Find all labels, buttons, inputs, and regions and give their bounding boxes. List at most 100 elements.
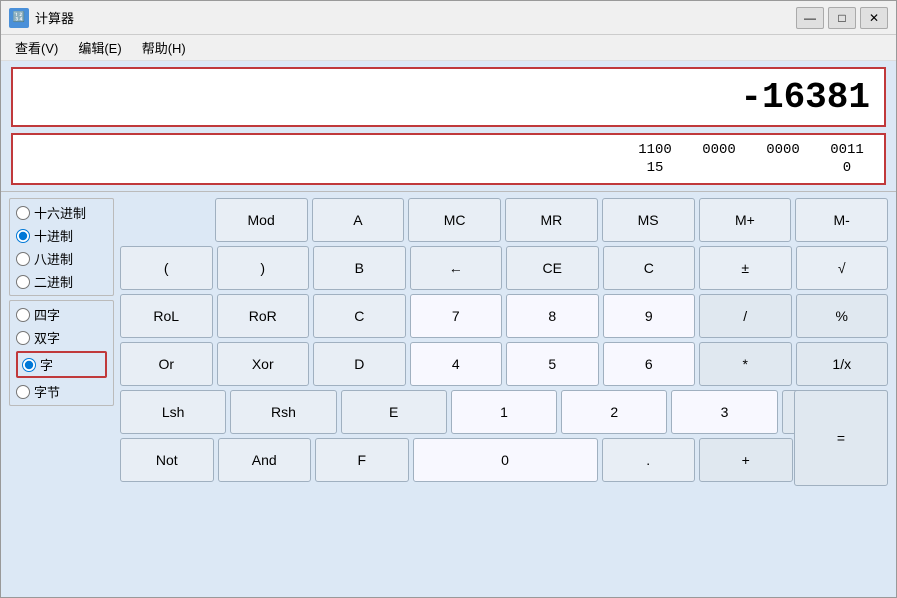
window-controls: — □ ✕ <box>796 7 888 29</box>
btn-9[interactable]: 9 <box>603 294 696 338</box>
binary-row-top: 1100 0000 0000 0011 <box>27 142 870 158</box>
radio-dec-input[interactable] <box>16 229 30 243</box>
window-title: 计算器 <box>35 8 796 27</box>
btn-rol[interactable]: RoL <box>120 294 213 338</box>
radio-oct-label: 八进制 <box>34 249 73 268</box>
btn-lsh[interactable]: Lsh <box>120 390 226 434</box>
btn-f[interactable]: F <box>315 438 409 482</box>
btn-ror[interactable]: RoR <box>217 294 310 338</box>
btn-pm[interactable]: ± <box>699 246 792 290</box>
menu-bar: 查看(V) 编辑(E) 帮助(H) <box>1 35 896 61</box>
radio-qword[interactable]: 四字 <box>16 305 107 324</box>
menu-edit[interactable]: 编辑(E) <box>70 36 129 59</box>
main-display: -16381 <box>11 67 886 127</box>
btn-a[interactable]: A <box>312 198 405 242</box>
btn-add[interactable]: + <box>699 438 793 482</box>
btn-1[interactable]: 1 <box>451 390 557 434</box>
base-radio-group: 十六进制 十进制 八进制 二进制 <box>9 198 114 296</box>
btn-4[interactable]: 4 <box>410 342 503 386</box>
radio-hex-label: 十六进制 <box>34 203 86 222</box>
minimize-button[interactable]: — <box>796 7 824 29</box>
radio-dword-input[interactable] <box>16 331 30 345</box>
btn-2[interactable]: 2 <box>561 390 667 434</box>
btn-6[interactable]: 6 <box>603 342 696 386</box>
btn-ms[interactable]: MS <box>602 198 695 242</box>
radio-qword-label: 四字 <box>34 305 60 324</box>
btn-3[interactable]: 3 <box>671 390 777 434</box>
btn-mplus[interactable]: M+ <box>699 198 792 242</box>
radio-oct-input[interactable] <box>16 252 30 266</box>
btn-b[interactable]: B <box>313 246 406 290</box>
btn-lparen[interactable]: ( <box>120 246 213 290</box>
btn-dot[interactable]: . <box>602 438 696 482</box>
radio-hex-input[interactable] <box>16 206 30 220</box>
bin-g4-top: 0011 <box>824 142 870 158</box>
radio-hex[interactable]: 十六进制 <box>16 203 107 222</box>
btn-mod[interactable]: Mod <box>215 198 308 242</box>
btn-rsh[interactable]: Rsh <box>230 390 336 434</box>
bin-g4-bot: 0 <box>824 160 870 176</box>
btn-div[interactable]: / <box>699 294 792 338</box>
btn-sqrt[interactable]: √ <box>796 246 889 290</box>
bin-g1-bot: 15 <box>632 160 678 176</box>
btn-c[interactable]: C <box>603 246 696 290</box>
btn-rparen[interactable]: ) <box>217 246 310 290</box>
btn-mr[interactable]: MR <box>505 198 598 242</box>
calc-body: 十六进制 十进制 八进制 二进制 四字 <box>1 192 896 597</box>
close-button[interactable]: ✕ <box>860 7 888 29</box>
radio-word-input[interactable] <box>22 358 36 372</box>
radio-bin-label: 二进制 <box>34 272 73 291</box>
binary-display: 1100 0000 0000 0011 15 0 <box>11 133 886 185</box>
btn-equals[interactable]: = <box>794 390 888 486</box>
buttons-panel: Mod A MC MR MS M+ M- ( ) B ← CE C ± √ <box>120 198 888 591</box>
btn-or[interactable]: Or <box>120 342 213 386</box>
bin-g2-bot <box>696 160 742 176</box>
btn-mc[interactable]: MC <box>408 198 501 242</box>
btn-e[interactable]: E <box>341 390 447 434</box>
btn-ce[interactable]: CE <box>506 246 599 290</box>
binary-row-bot: 15 0 <box>27 160 870 176</box>
radio-word[interactable]: 字 <box>16 351 107 378</box>
menu-view[interactable]: 查看(V) <box>7 36 66 59</box>
bin-g1-top: 1100 <box>632 142 678 158</box>
btn-mul[interactable]: * <box>699 342 792 386</box>
btn-5[interactable]: 5 <box>506 342 599 386</box>
radio-word-label: 字 <box>40 355 53 374</box>
btn-row-4: Or Xor D 4 5 6 * 1/x <box>120 342 888 386</box>
radio-dec[interactable]: 十进制 <box>16 226 107 245</box>
word-radio-group: 四字 双字 字 字节 <box>9 300 114 406</box>
bin-g3-bot <box>760 160 806 176</box>
btn-pct[interactable]: % <box>796 294 889 338</box>
radio-oct[interactable]: 八进制 <box>16 249 107 268</box>
btn-row-6: Not And F 0 . + <box>120 438 888 482</box>
radio-dec-label: 十进制 <box>34 226 73 245</box>
btn-8[interactable]: 8 <box>506 294 599 338</box>
btn-mminus[interactable]: M- <box>795 198 888 242</box>
bin-g3-top: 0000 <box>760 142 806 158</box>
radio-byte-label: 字节 <box>34 382 60 401</box>
btn-0[interactable]: 0 <box>413 438 598 482</box>
btn-cc[interactable]: C <box>313 294 406 338</box>
btn-backspace[interactable]: ← <box>410 246 503 290</box>
radio-byte[interactable]: 字节 <box>16 382 107 401</box>
bin-g2-top: 0000 <box>696 142 742 158</box>
radio-byte-input[interactable] <box>16 385 30 399</box>
btn-not[interactable]: Not <box>120 438 214 482</box>
title-bar: 🔢 计算器 — □ ✕ <box>1 1 896 35</box>
btn-row-1: Mod A MC MR MS M+ M- <box>120 198 888 242</box>
btn-d[interactable]: D <box>313 342 406 386</box>
maximize-button[interactable]: □ <box>828 7 856 29</box>
calculator-window: 🔢 计算器 — □ ✕ 查看(V) 编辑(E) 帮助(H) -16381 110… <box>0 0 897 598</box>
btn-xor[interactable]: Xor <box>217 342 310 386</box>
btn-and[interactable]: And <box>218 438 312 482</box>
radio-qword-input[interactable] <box>16 308 30 322</box>
menu-help[interactable]: 帮助(H) <box>134 36 194 59</box>
btn-inv[interactable]: 1/x <box>796 342 889 386</box>
btn-row-5: Lsh Rsh E 1 2 3 - = <box>120 390 888 434</box>
radio-bin[interactable]: 二进制 <box>16 272 107 291</box>
btn-7[interactable]: 7 <box>410 294 503 338</box>
radio-dword[interactable]: 双字 <box>16 328 107 347</box>
btn-row-3: RoL RoR C 7 8 9 / % <box>120 294 888 338</box>
radio-bin-input[interactable] <box>16 275 30 289</box>
display-area: -16381 1100 0000 0000 0011 15 0 <box>1 61 896 192</box>
